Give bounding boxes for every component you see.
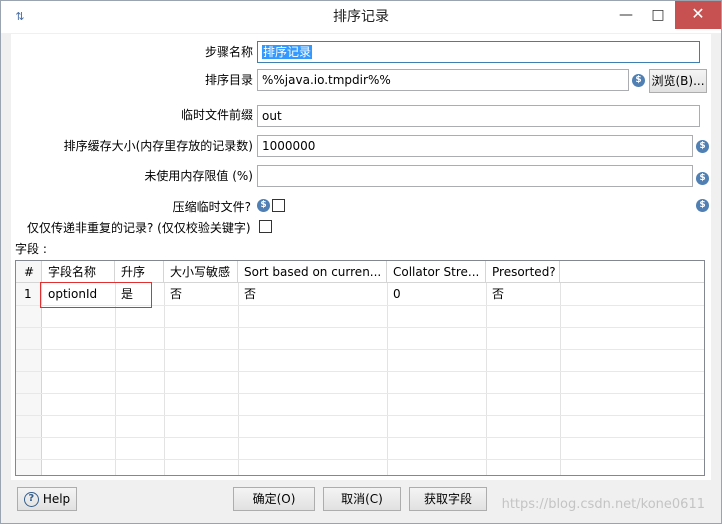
column-header[interactable]: 大小写敏感 [164, 261, 238, 283]
free-mem-label: 未使用内存限值 (%) [144, 169, 253, 183]
maximize-button[interactable]: □ [643, 1, 673, 31]
temp-prefix-label: 临时文件前缀 [180, 108, 253, 122]
fields-table: # 字段名称 升序 大小写敏感 Sort based on curren... … [15, 260, 705, 476]
help-button-label: Help [42, 492, 71, 506]
unique-label: 仅仅传递非重复的记录? (仅仅校验关键字) [27, 221, 251, 235]
column-header[interactable]: 升序 [115, 261, 164, 283]
variable-icon: $ [257, 199, 270, 212]
column-header-filler [560, 261, 704, 283]
title-bar: ⇅ 排序记录 — □ ✕ [1, 1, 721, 33]
close-button[interactable]: ✕ [675, 1, 721, 29]
step-name-label: 步骤名称 [204, 45, 253, 59]
table-cell[interactable]: 否 [238, 283, 387, 305]
column-header[interactable]: 字段名称 [42, 261, 115, 283]
column-header[interactable]: Presorted? [486, 261, 560, 283]
table-cell[interactable]: 否 [486, 283, 560, 305]
fields-label: 字段 : [15, 242, 47, 256]
cancel-button[interactable]: 取消(C) [323, 487, 401, 511]
step-name-value: 排序记录 [262, 45, 313, 59]
ok-button[interactable]: 确定(O) [233, 487, 315, 511]
sort-dir-input[interactable]: %%java.io.tmpdir%% [257, 69, 629, 91]
variable-icon: $ [696, 140, 709, 153]
compress-label: 压缩临时文件? [172, 200, 251, 214]
table-cell[interactable]: 0 [387, 283, 486, 305]
column-header[interactable]: Collator Stre... [387, 261, 486, 283]
get-fields-button[interactable]: 获取字段 [409, 487, 487, 511]
dialog-content: 步骤名称 排序记录 排序目录 %%java.io.tmpdir%% $ 浏览(B… [11, 34, 711, 480]
compress-checkbox[interactable] [272, 199, 285, 212]
minimize-button[interactable]: — [611, 1, 641, 31]
variable-icon: $ [696, 172, 709, 185]
cache-size-input[interactable]: 1000000 [257, 135, 693, 157]
column-header[interactable]: # [16, 261, 42, 283]
step-name-input[interactable]: 排序记录 [257, 41, 700, 63]
dialog-window: ⇅ 排序记录 — □ ✕ 步骤名称 排序记录 排序目录 %%java.io.tm… [0, 0, 722, 524]
variable-icon: $ [696, 199, 709, 212]
cache-size-label: 排序缓存大小(内存里存放的记录数) [63, 139, 253, 153]
free-mem-input[interactable] [257, 165, 693, 187]
highlight-box [40, 282, 152, 308]
watermark: https://blog.csdn.net/kone0611 [501, 497, 705, 512]
help-button[interactable]: ? Help [17, 487, 77, 511]
variable-icon: $ [632, 74, 645, 87]
table-cell[interactable]: 否 [164, 283, 238, 305]
help-icon: ? [23, 492, 39, 507]
browse-button[interactable]: 浏览(B)... [649, 69, 707, 93]
sort-dir-label: 排序目录 [204, 73, 253, 87]
column-header[interactable]: Sort based on curren... [238, 261, 387, 283]
unique-checkbox[interactable] [259, 220, 272, 233]
temp-prefix-input[interactable]: out [257, 105, 700, 127]
button-bar: ? Help 确定(O) 取消(C) 获取字段 https://blog.csdn… [11, 481, 711, 521]
row-number: 1 [24, 287, 32, 301]
